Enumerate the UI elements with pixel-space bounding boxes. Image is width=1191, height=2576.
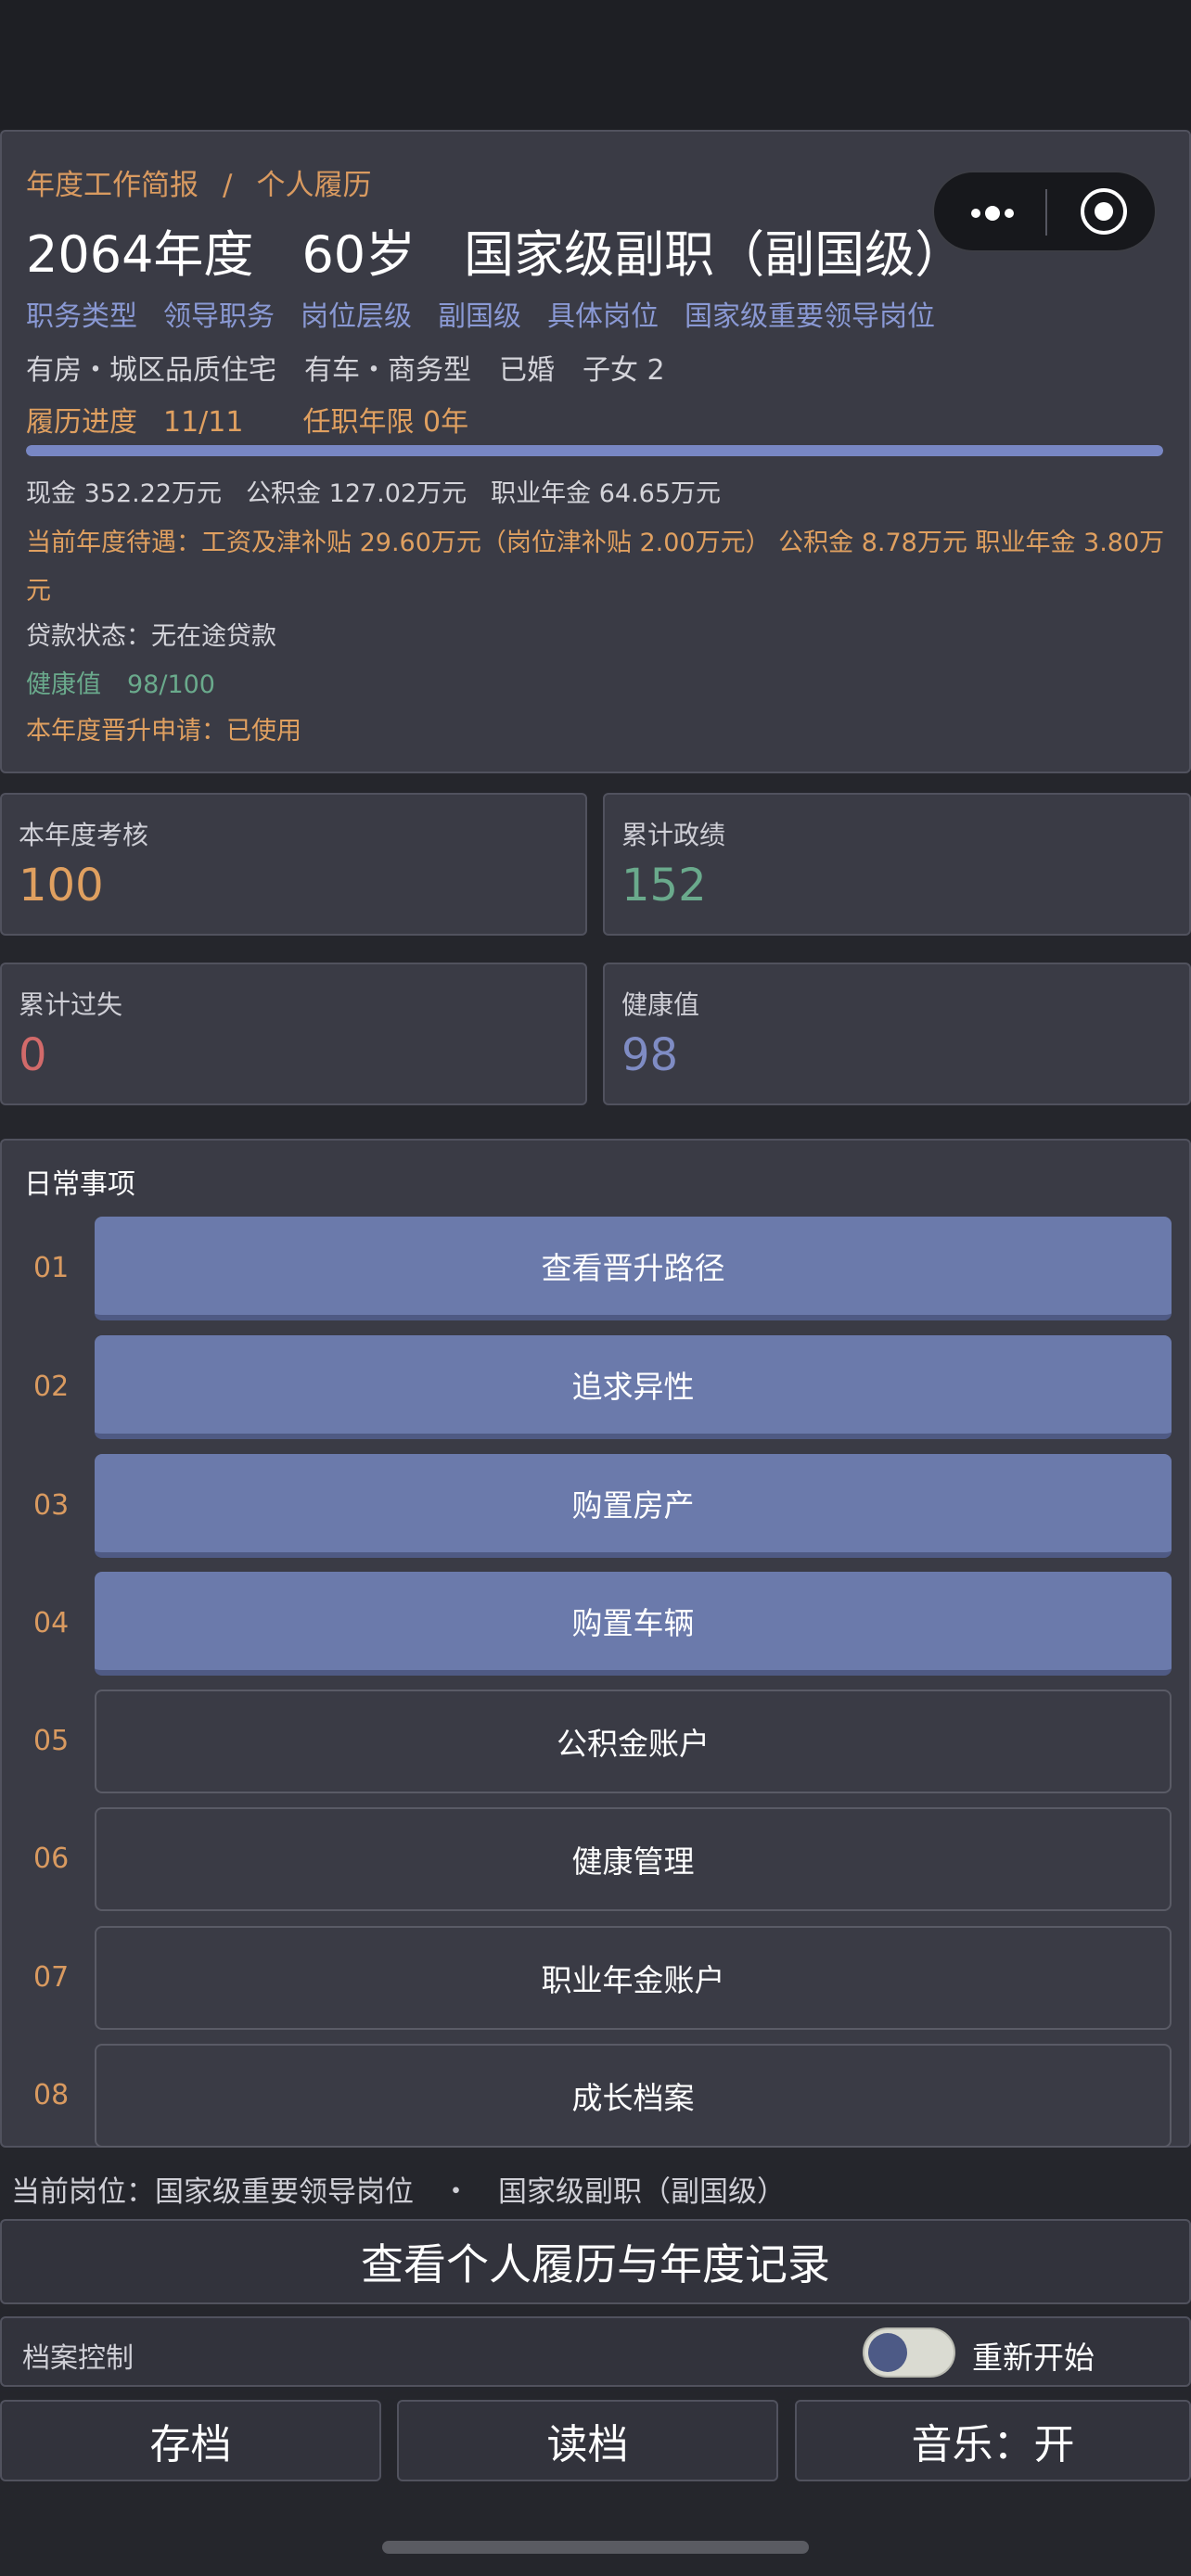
current-post: 当前岗位：国家级重要领导岗位	[11, 2175, 414, 2209]
breadcrumb-item-report[interactable]: 年度工作简报	[26, 161, 198, 203]
archive-control-bar: 档案控制 重新开始	[0, 2316, 1191, 2387]
asset-item: 已婚	[499, 354, 555, 387]
tag-item: 副国级	[438, 300, 521, 333]
stat-label: 本年度考核	[19, 820, 149, 850]
stat-label: 健康值	[621, 989, 700, 1020]
stat-value: 0	[19, 1029, 47, 1081]
restart-toggle[interactable]	[863, 2327, 955, 2378]
progress-value: 11/11	[163, 406, 244, 439]
toggle-knob	[868, 2333, 907, 2372]
section-title: 日常事项	[24, 1168, 135, 1201]
stat-card-health: 健康值 98	[603, 963, 1191, 1105]
current-position: 当前岗位：国家级重要领导岗位・国家级副职（副国级）	[11, 2168, 786, 2210]
row-number: 07	[33, 1961, 70, 1994]
health-management-button[interactable]: 健康管理	[95, 1807, 1172, 1911]
stat-card-faults: 累计过失 0	[0, 963, 587, 1105]
balance-summary: 现金 352.22万元 公积金 127.02万元 职业年金 64.65万元	[26, 473, 745, 509]
tag-item: 岗位层级	[301, 300, 412, 333]
cash-balance: 现金 352.22万元	[26, 479, 223, 508]
save-button[interactable]: 存档	[0, 2400, 381, 2481]
stat-card-achievements: 累计政绩 152	[603, 793, 1191, 936]
promotion-status: 本年度晋升申请：已使用	[26, 717, 301, 746]
age-label: 60岁	[301, 225, 416, 284]
daily-actions-panel: 日常事项 01 查看晋升路径 02 追求异性 03 购置房产 04 购置车辆 0…	[0, 1139, 1191, 2148]
tag-item: 领导职务	[163, 300, 275, 333]
pension-balance: 职业年金 64.65万元	[491, 479, 722, 508]
load-button[interactable]: 读档	[397, 2400, 778, 2481]
stat-label: 累计政绩	[621, 820, 726, 850]
tag-item: 国家级重要领导岗位	[685, 300, 935, 333]
stat-value: 100	[19, 860, 104, 912]
asset-item: 有车・商务型	[304, 354, 471, 387]
tenure-label: 任职年限 0年	[302, 406, 469, 439]
status-bar-area	[0, 0, 1191, 130]
asset-item: 有房・城区品质住宅	[26, 354, 276, 387]
row-number: 04	[33, 1607, 70, 1639]
rank-label: 国家级副职（副国级）	[464, 225, 966, 284]
close-target-icon[interactable]	[1081, 188, 1127, 235]
row-number: 02	[33, 1371, 70, 1403]
progress-bar-fill	[26, 445, 1163, 456]
loan-status: 贷款状态：无在途贷款	[26, 622, 276, 651]
health-value: 98/100	[127, 670, 215, 699]
restart-label[interactable]: 重新开始	[972, 2333, 1095, 2378]
progress-bar	[26, 445, 1163, 456]
buy-house-button[interactable]: 购置房产	[95, 1454, 1172, 1558]
row-number: 05	[33, 1725, 70, 1757]
growth-file-button[interactable]: 成长档案	[95, 2044, 1172, 2148]
row-number: 03	[33, 1489, 70, 1522]
tag-item: 具体岗位	[547, 300, 659, 333]
stat-card-annual-review: 本年度考核 100	[0, 793, 587, 936]
row-number: 01	[33, 1252, 70, 1284]
year-label: 2064年度	[26, 225, 254, 284]
breadcrumb-separator: /	[223, 169, 233, 202]
stat-value: 98	[621, 1029, 679, 1081]
health-line: 健康值 98/100	[26, 664, 241, 700]
progress-label: 履历进度	[26, 406, 137, 439]
buy-car-button[interactable]: 购置车辆	[95, 1572, 1172, 1676]
position-tags: 职务类型 领导职务 岗位层级 副国级 具体岗位 国家级重要领导岗位	[26, 293, 961, 334]
promotion-path-button[interactable]: 查看晋升路径	[95, 1217, 1172, 1320]
page-title: 2064年度 60岁 国家级副职（副国级）	[26, 213, 1013, 287]
asset-summary: 有房・城区品质住宅 有车・商务型 已婚 子女 2	[26, 347, 693, 388]
row-number: 08	[33, 2079, 70, 2111]
music-toggle-button[interactable]: 音乐：开	[795, 2400, 1191, 2481]
pension-account-button[interactable]: 职业年金账户	[95, 1926, 1172, 2030]
health-label: 健康值	[26, 670, 101, 699]
stat-value: 152	[621, 860, 707, 912]
fund-balance: 公积金 127.02万元	[246, 479, 467, 508]
tag-item: 职务类型	[26, 300, 137, 333]
housing-fund-button[interactable]: 公积金账户	[95, 1690, 1172, 1793]
capsule-divider	[1045, 189, 1047, 236]
current-rank: 国家级副职（副国级）	[498, 2175, 786, 2209]
salary-info: 当前年度待遇：工资及津补贴 29.60万元（岗位津补贴 2.00万元） 公积金 …	[26, 529, 1165, 606]
pursue-partner-button[interactable]: 追求异性	[95, 1335, 1172, 1439]
asset-item: 子女 2	[583, 354, 665, 387]
home-indicator[interactable]	[382, 2541, 809, 2554]
dot-separator: ・	[442, 2175, 470, 2209]
archive-control-label: 档案控制	[22, 2342, 134, 2375]
row-number: 06	[33, 1843, 70, 1875]
breadcrumb: 年度工作简报 / 个人履历	[26, 161, 371, 203]
breadcrumb-item-resume[interactable]: 个人履历	[256, 161, 371, 203]
resume-progress: 履历进度 11/11 任职年限 0年	[26, 399, 494, 440]
view-records-button[interactable]: 查看个人履历与年度记录	[0, 2219, 1191, 2304]
stat-label: 累计过失	[19, 989, 123, 1020]
